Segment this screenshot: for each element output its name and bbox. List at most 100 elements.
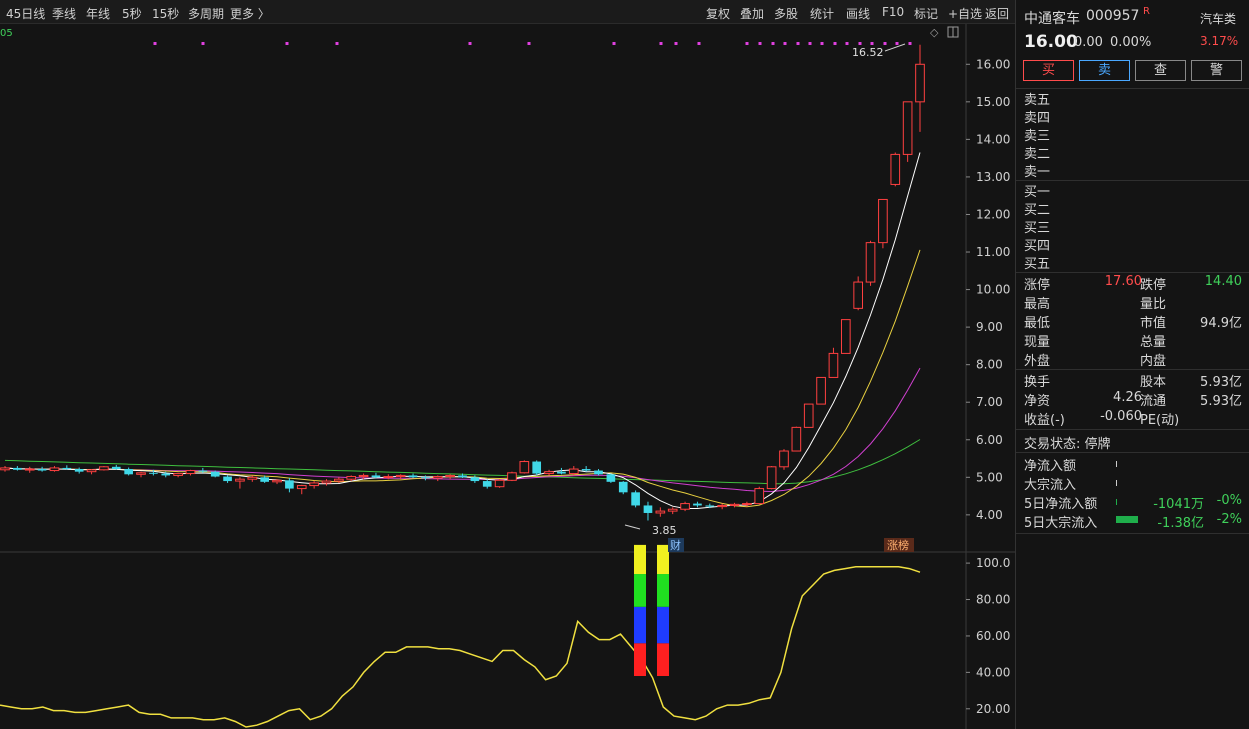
volume-ratio-label: 量比 <box>1140 297 1167 312</box>
period-5sec-tab[interactable]: 5秒 <box>122 5 142 22</box>
signal-bar-segment <box>657 544 669 575</box>
limit-up-label: 涨停 <box>1024 278 1051 293</box>
adjust-rights-button[interactable]: 复权 <box>706 5 730 22</box>
high-annotation-pointer <box>884 43 906 52</box>
bid-level-4: 买四 <box>1024 239 1051 254</box>
current-volume-label: 现量 <box>1024 335 1051 350</box>
5day-block-inflow-label: 5日大宗流入 <box>1024 516 1098 531</box>
ask-level-5: 卖五 <box>1024 93 1051 108</box>
buy-button[interactable]: 买 <box>1023 60 1074 81</box>
signal-bar-segment <box>634 606 646 644</box>
chart-toolbar: 45日线 季线 年线 5秒 15秒 多周期 更多 〉 复权 叠加 多股 统计 画… <box>0 0 1015 24</box>
back-button[interactable]: 返回 <box>985 5 1009 22</box>
block-inflow-label: 大宗流入 <box>1024 478 1077 493</box>
price-axis-label: 16.00 <box>976 57 1010 71</box>
price-axis-label: 7.00 <box>976 395 1003 409</box>
candle-body-up <box>680 503 690 510</box>
sector-name[interactable]: 汽车类 <box>1200 10 1236 27</box>
eps-label: 收益(-) <box>1024 413 1065 428</box>
candle-body-up <box>247 476 258 480</box>
divider <box>1016 533 1249 534</box>
candle-body-up <box>816 376 826 405</box>
5day-block-inflow-pct: -2% <box>1216 512 1242 527</box>
limit-up-rank-badge[interactable]: 涨榜 <box>887 538 909 552</box>
price-change-pct: 0.00% <box>1110 35 1152 50</box>
candle-body-down <box>198 470 208 472</box>
candle-body-down <box>371 475 381 478</box>
candle-body-up <box>655 510 666 514</box>
limit-up-value: 17.60 <box>1104 274 1142 289</box>
more-menu-button[interactable]: 更多 〉 <box>230 5 270 22</box>
sector-change-pct: 3.17% <box>1200 34 1239 48</box>
signal-dot <box>745 42 749 45</box>
signal-dot <box>153 42 157 45</box>
candle-body-down <box>631 492 640 506</box>
candlesticks <box>0 43 925 530</box>
kline-chart-area[interactable]: 16.00 15.00 14.00 13.00 12.00 11.00 10.00 9.00 8… <box>0 24 1015 729</box>
indicator-line <box>0 565 921 728</box>
candle-body-down <box>408 475 418 478</box>
price-axis-label: 14.00 <box>976 132 1010 146</box>
candle-body-up <box>717 504 727 508</box>
candle-body-up <box>358 474 369 478</box>
signal-dot <box>468 42 472 45</box>
candle-body-up <box>568 468 579 475</box>
candle-body-up <box>853 281 864 309</box>
candle-body-down <box>594 470 603 475</box>
candle-body-up <box>902 101 913 155</box>
candle-body-up <box>432 476 443 479</box>
statistics-button[interactable]: 统计 <box>810 5 834 22</box>
period-quarter-tab[interactable]: 季线 <box>52 5 76 22</box>
float-shares-value: 5.93亿 <box>1200 394 1242 409</box>
multi-period-button[interactable]: 多周期 <box>188 5 224 22</box>
divider <box>1016 272 1249 273</box>
ask-level-3: 卖三 <box>1024 129 1051 144</box>
candle-body-down <box>62 467 72 470</box>
candle-body-up <box>445 474 455 478</box>
overlay-button[interactable]: 叠加 <box>740 5 764 22</box>
candle-body-down <box>470 477 480 482</box>
net-assets-value: 4.26 <box>1113 390 1142 405</box>
candle-body-up <box>865 242 876 283</box>
period-45day-tab[interactable]: 45日线 <box>6 5 45 22</box>
5day-block-inflow-value: -1.38亿 <box>1157 516 1204 531</box>
candle-body-up <box>519 461 530 474</box>
candle-body-up <box>309 482 319 487</box>
signal-dot <box>883 42 887 45</box>
signal-dot <box>783 42 787 45</box>
candle-body-down <box>581 469 591 471</box>
5day-net-inflow-pct: -0% <box>1216 493 1242 508</box>
trading-status: 交易状态: 停牌 <box>1024 437 1111 452</box>
candle-body-down <box>149 472 158 474</box>
net-assets-label: 净资 <box>1024 394 1051 409</box>
add-watchlist-button[interactable]: +自选 <box>948 5 982 22</box>
candle-body-up <box>766 466 777 490</box>
kline-chart-svg[interactable]: 16.00 15.00 14.00 13.00 12.00 11.00 10.00 9.00 8… <box>0 24 1015 729</box>
high-price-annotation: 16.52 <box>852 46 884 59</box>
multi-stock-button[interactable]: 多股 <box>774 5 798 22</box>
f10-button[interactable]: F10 <box>882 5 904 19</box>
divider <box>1016 452 1249 453</box>
period-15sec-tab[interactable]: 15秒 <box>152 5 179 22</box>
candle-body-down <box>532 461 542 474</box>
diamond-icon[interactable]: ◇ <box>930 26 939 39</box>
candle-body-up <box>779 450 789 468</box>
finance-badge[interactable]: 财 <box>670 538 681 552</box>
mark-button[interactable]: 标记 <box>914 5 938 22</box>
candle-body-down <box>74 469 84 472</box>
candle-body-down <box>111 466 121 470</box>
signal-dot <box>858 42 862 45</box>
candle-body-down <box>557 471 566 474</box>
alert-button[interactable]: 警 <box>1191 60 1242 81</box>
query-button[interactable]: 查 <box>1135 60 1186 81</box>
price-axis-label: 11.00 <box>976 245 1010 259</box>
candle-body-down <box>643 505 653 513</box>
period-year-tab[interactable]: 年线 <box>86 5 110 22</box>
price-axis-label: 13.00 <box>976 170 1010 184</box>
draw-line-button[interactable]: 画线 <box>846 5 870 22</box>
sell-button[interactable]: 卖 <box>1079 60 1130 81</box>
candle-body-down <box>161 473 171 476</box>
low-price-annotation: 3.85 <box>652 524 677 537</box>
candle-body-up <box>86 469 97 473</box>
indicator-axis-label: 80.00 <box>976 593 1010 607</box>
